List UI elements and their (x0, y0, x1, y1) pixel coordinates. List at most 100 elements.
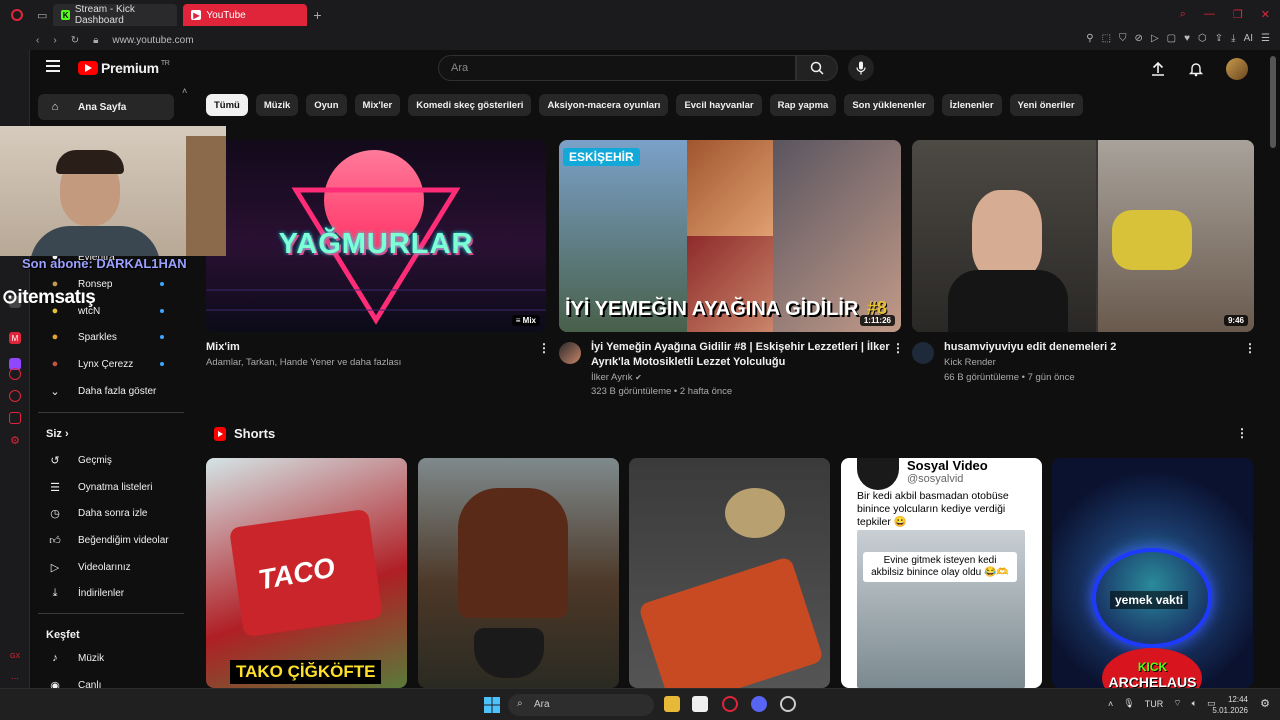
snapshot-icon[interactable]: ⬚ (1102, 33, 1111, 44)
channel-avatar[interactable] (912, 342, 934, 364)
video-thumbnail-edit[interactable]: 9:46 (912, 140, 1254, 332)
input-language[interactable]: TUR (1145, 699, 1164, 709)
adblock-icon[interactable]: ⛉ (1119, 33, 1127, 44)
upload-icon[interactable] (1150, 61, 1166, 77)
windows-start-icon[interactable] (484, 697, 500, 713)
short-card-kick[interactable]: yemek vakti KICK ARCHELAUS (1052, 458, 1253, 688)
tab-kick-dashboard[interactable]: K Stream - Kick Dashboard (53, 4, 178, 26)
account-avatar[interactable] (1226, 58, 1248, 80)
extensions-icon[interactable]: ⬡ (1198, 33, 1207, 44)
chip-watched[interactable]: İzlenenler (941, 94, 1002, 116)
video-title-line-2[interactable]: Ayrık'la Motosikletli Lezzet Yolculuğu (591, 355, 785, 370)
guide-item-downloads[interactable]: ⤓ İndirilenler (38, 580, 174, 606)
search-tabs-icon[interactable]: ⌕ (1180, 8, 1186, 21)
file-explorer-icon[interactable] (664, 696, 680, 712)
wifi-icon[interactable]: ⌔ (1173, 698, 1181, 709)
new-tab-button[interactable]: + (313, 7, 321, 23)
minimize-button[interactable]: — (1204, 8, 1215, 21)
search-input[interactable]: Ara (438, 55, 796, 81)
chip-music[interactable]: Müzik (255, 94, 299, 116)
more-icon[interactable]: ⋯ (9, 672, 21, 684)
video-thumbnail-mix[interactable]: YAĞMURLAR ≡ Mix (206, 140, 546, 332)
more-actions-icon[interactable]: ⋮ (538, 341, 550, 355)
hamburger-menu-icon[interactable] (46, 60, 60, 72)
tray-chevron-icon[interactable]: ˄ (1108, 699, 1113, 709)
notification-center-icon[interactable]: ⚙ (1260, 697, 1270, 710)
play-icon[interactable]: ▷ (1151, 33, 1159, 44)
guide-sub-sparkles[interactable]: ● Sparkles (38, 324, 174, 350)
search-button[interactable] (796, 55, 838, 81)
aria-ai-button[interactable]: AI (1244, 33, 1253, 44)
opera-logo-icon[interactable] (11, 9, 23, 21)
url-field[interactable]: www.youtube.com (112, 35, 193, 46)
video-title[interactable]: Mix'im (206, 340, 240, 355)
guide-item-watch-later[interactable]: ◷ Daha sonra izle (38, 500, 174, 526)
opera-taskbar-icon[interactable] (722, 696, 738, 712)
short-card-taco[interactable]: TACO TAKO ÇİĞKÖFTE (206, 458, 407, 688)
reload-icon[interactable]: ↻ (71, 35, 79, 46)
guide-item-history[interactable]: ↺ Geçmiş (38, 447, 174, 473)
bookmark-icon[interactable]: ▢ (1167, 33, 1176, 44)
obs-icon[interactable] (780, 696, 796, 712)
guide-item-liked[interactable]: 👍︎ Beğendiğim videolar (38, 527, 174, 553)
channel-name[interactable]: İlker Ayrık ✔ (591, 370, 642, 385)
pin-icon[interactable]: ⚲ (1086, 33, 1093, 44)
guide-item-home[interactable]: ⌂ Ana Sayfa (38, 94, 174, 120)
share-icon[interactable]: ⇪ (1215, 33, 1223, 44)
download-icon[interactable]: ⤓ (1231, 33, 1235, 44)
settings-icon[interactable]: ⚙ (9, 434, 21, 447)
voice-search-button[interactable] (848, 55, 874, 81)
chip-action-adventure[interactable]: Aksiyon-macera oyunları (539, 94, 669, 116)
guide-you-heading[interactable]: Siz › (46, 428, 69, 440)
guide-item-your-videos[interactable]: ▷ Videolarınız (38, 554, 174, 580)
video-thumbnail-eskisehir[interactable]: ESKİŞEHİR İYİ YEMEĞİN AYAĞINA GİDİLİR #8… (559, 140, 901, 332)
video-title[interactable]: husamviyuviyu edit denemeleri 2 (944, 340, 1116, 355)
collapse-chevron-icon[interactable]: ˄ (182, 86, 187, 96)
extensions-side-icon[interactable] (9, 412, 21, 424)
heart-icon[interactable]: ♥ (1184, 33, 1190, 44)
close-button[interactable]: ✕ (1261, 8, 1270, 21)
chip-all[interactable]: Tümü (206, 94, 248, 116)
chip-gaming[interactable]: Oyun (306, 94, 347, 116)
guide-show-more[interactable]: ⌄ Daha fazla göster (38, 378, 174, 404)
shorts-more-icon[interactable]: ⋮ (1236, 426, 1248, 440)
vpn-icon[interactable]: ⊘ (1135, 33, 1143, 44)
player-icon[interactable] (9, 368, 21, 380)
tab-islands-icon[interactable]: ▭ (37, 9, 47, 22)
chip-new-to-you[interactable]: Yeni öneriler (1009, 94, 1083, 116)
back-icon[interactable]: ‹ (36, 35, 39, 46)
more-actions-icon[interactable]: ⋮ (892, 341, 904, 355)
discord-icon[interactable] (751, 696, 767, 712)
maximize-button[interactable]: ❐ (1233, 8, 1243, 21)
chip-rap[interactable]: Rap yapma (769, 94, 837, 116)
guide-sub-lynx[interactable]: ● Lynx Çerezz (38, 351, 174, 377)
gmail-icon[interactable]: M (9, 332, 21, 344)
short-card-food[interactable] (629, 458, 830, 688)
page-scrollbar[interactable] (1270, 56, 1276, 148)
clock[interactable]: 12:44 5.01.2026 (1212, 694, 1248, 716)
guide-item-music[interactable]: ♪ Müzik (38, 645, 174, 671)
gx-icon[interactable]: GX (9, 650, 21, 662)
chip-mixes[interactable]: Mix'ler (354, 94, 401, 116)
store-icon[interactable] (692, 696, 708, 712)
forward-icon[interactable]: › (53, 35, 56, 46)
video-meta: Adamlar, Tarkan, Hande Yener ve daha faz… (206, 357, 402, 368)
short-card-cat[interactable]: Sosyal Video @sosyalvid Bir kedi akbil b… (841, 458, 1042, 688)
more-actions-icon[interactable]: ⋮ (1244, 341, 1256, 355)
menu-icon[interactable]: ☰ (1261, 33, 1270, 44)
guide-item-playlists[interactable]: ☰ Oynatma listeleri (38, 474, 174, 500)
notifications-bell-icon[interactable] (1188, 61, 1204, 77)
chip-comedy[interactable]: Komedi skeç gösterileri (408, 94, 532, 116)
channel-name[interactable]: Kick Render (944, 355, 996, 370)
chip-pets[interactable]: Evcil hayvanlar (676, 94, 762, 116)
chip-recently-uploaded[interactable]: Son yüklenenler (844, 94, 934, 116)
tab-youtube[interactable]: ▶ YouTube (183, 4, 308, 26)
youtube-premium-logo[interactable]: Premium TR (78, 60, 170, 76)
short-card-horse[interactable] (418, 458, 619, 688)
volume-icon[interactable]: 🔈︎ (1192, 698, 1197, 709)
taskbar-search[interactable]: ⌕ Ara (508, 694, 654, 716)
tray-mic-icon[interactable]: 🎙︎ (1123, 698, 1134, 709)
video-title-line-1[interactable]: İyi Yemeğin Ayağına Gidilir #8 | Eskişeh… (591, 340, 890, 355)
channel-avatar[interactable] (559, 342, 581, 364)
history-icon[interactable] (9, 390, 21, 402)
